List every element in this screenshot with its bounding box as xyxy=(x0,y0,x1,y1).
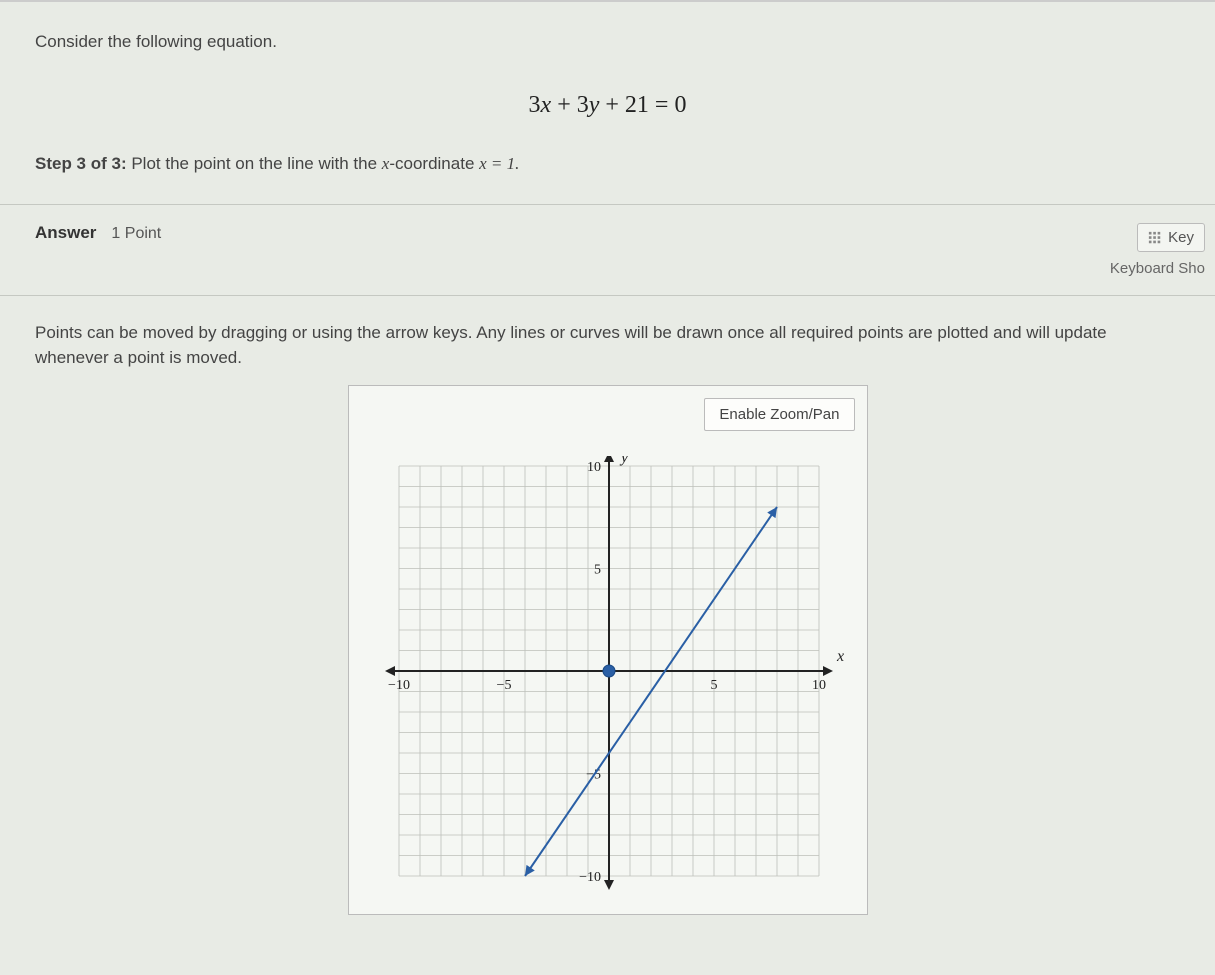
key-button[interactable]: Key xyxy=(1137,223,1205,252)
keyboard-hint: Keyboard Sho xyxy=(1110,260,1205,277)
svg-text:10: 10 xyxy=(812,678,826,693)
svg-text:5: 5 xyxy=(710,678,717,693)
equation: 3x + 3y + 21 = 0 xyxy=(35,92,1180,119)
graph-wrapper: Enable Zoom/Pan −10−10−5−5551010xy xyxy=(348,385,868,915)
svg-text:y: y xyxy=(619,456,629,466)
svg-text:5: 5 xyxy=(594,563,601,578)
step-label: Step 3 of 3: xyxy=(35,154,127,173)
step-condition: x = 1. xyxy=(479,154,519,173)
graph-canvas[interactable]: −10−10−5−5551010xy xyxy=(369,456,849,896)
step-prefix: Plot the point on the line with the xyxy=(127,154,382,173)
step-text: Step 3 of 3: Plot the point on the line … xyxy=(35,154,1180,174)
svg-text:−10: −10 xyxy=(388,678,410,693)
answer-left: Answer 1 Point xyxy=(35,223,161,243)
svg-text:−5: −5 xyxy=(496,678,511,693)
key-button-label: Key xyxy=(1168,229,1194,246)
points-label: 1 Point xyxy=(111,225,161,243)
question-section: Consider the following equation. 3x + 3y… xyxy=(0,2,1215,205)
answer-label: Answer xyxy=(35,223,96,243)
instructions-text: Points can be moved by dragging or using… xyxy=(0,296,1215,385)
svg-text:x: x xyxy=(836,648,844,665)
step-mid: -coordinate xyxy=(389,154,479,173)
intro-text: Consider the following equation. xyxy=(35,32,1180,52)
svg-text:10: 10 xyxy=(587,460,601,475)
content-area: Consider the following equation. 3x + 3y… xyxy=(0,0,1215,975)
answer-right: Key Keyboard Sho xyxy=(1110,223,1205,277)
zoom-pan-button[interactable]: Enable Zoom/Pan xyxy=(704,398,854,431)
keypad-icon xyxy=(1148,231,1162,245)
svg-text:−10: −10 xyxy=(579,870,601,885)
answer-header: Answer 1 Point Key Keyboard Sho xyxy=(0,205,1215,296)
